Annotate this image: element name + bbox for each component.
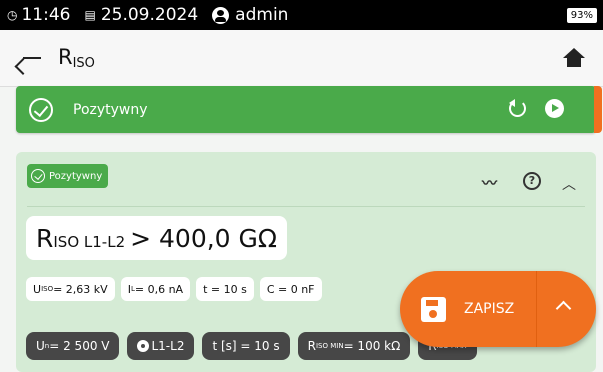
setting-sub: ISO MIN [315, 342, 344, 350]
param-value: C = 0 nF [266, 282, 315, 296]
circuit-icon [137, 340, 150, 352]
result-params: U ISO = 2,63 kV IL = 0,6 nA t = 10 s C = … [26, 277, 322, 301]
fab-divider [536, 271, 537, 347]
param-chip-il: IL = 0,6 nA [120, 277, 191, 301]
setting-symbol: U [36, 339, 45, 353]
param-chip-c: C = 0 nF [259, 277, 322, 301]
status-time: 11:46 [21, 5, 71, 25]
setting-symbol: R [307, 339, 316, 353]
setting-chip-riso-min[interactable]: R ISO MIN = 100 kΩ [297, 332, 411, 360]
main-result-number: > 400,0 GΩ [130, 224, 277, 253]
param-value: = 2,63 kV [53, 282, 108, 296]
param-value: = 0,6 nA [134, 282, 184, 296]
save-button-label: ZAPISZ [464, 301, 515, 317]
save-button[interactable]: ZAPISZ [400, 271, 596, 347]
main-result-sub: ISO L1-L2 [53, 233, 126, 251]
param-symbol: U [33, 282, 42, 296]
page-title: RISO [58, 45, 95, 71]
chevron-up-icon[interactable]: ︿ [562, 174, 582, 194]
chevron-up-icon[interactable] [555, 300, 572, 317]
banner-accent [594, 86, 602, 133]
setting-chip-un[interactable]: Un = 2 500 V [26, 332, 120, 360]
check-circle-icon [31, 169, 45, 183]
back-arrow-icon[interactable] [20, 46, 44, 70]
floppy-icon [421, 296, 446, 322]
result-status-label: Pozytywny [73, 101, 148, 118]
page-title-symbol: R [58, 45, 73, 69]
result-banner: Pozytywny [16, 86, 602, 133]
param-chip-uiso: U ISO = 2,63 kV [26, 277, 115, 301]
clock-icon: ◷ [7, 8, 18, 22]
setting-chip-time[interactable]: t [s] = 10 s [202, 332, 290, 360]
battery-indicator: 93% [566, 8, 597, 23]
calendar-icon: ▤ [84, 8, 96, 22]
param-value: t = 10 s [203, 282, 247, 296]
setting-value: = 2 500 V [49, 339, 110, 353]
card-divider [27, 206, 585, 207]
settings-row: Un = 2 500 V L1-L2 t [s] = 10 s R ISO MIN… [26, 332, 477, 360]
replay-icon[interactable] [509, 99, 526, 117]
play-icon[interactable] [545, 99, 564, 118]
status-badge: Pozytywny [27, 164, 109, 188]
setting-chip-circuit[interactable]: L1-L2 [127, 332, 195, 360]
top-app-bar: RISO [0, 30, 603, 87]
home-icon[interactable] [563, 48, 585, 68]
status-bar: ◷ 11:46 ▤ 25.09.2024 admin 93% [0, 0, 603, 30]
main-result-value: R ISO L1-L2 > 400,0 GΩ [26, 216, 287, 260]
status-user: admin [235, 5, 289, 25]
status-badge-label: Pozytywny [49, 170, 103, 182]
main-result-symbol: R [36, 224, 54, 253]
setting-value: t [s] = 10 s [212, 339, 280, 353]
page-title-sub: ISO [72, 56, 95, 71]
help-icon[interactable]: ? [523, 172, 541, 190]
check-circle-icon [29, 97, 53, 122]
param-sub: ISO [41, 285, 54, 293]
user-icon [212, 6, 230, 24]
trend-icon[interactable]: 〰 [482, 172, 502, 192]
setting-value: = 100 kΩ [343, 339, 401, 353]
setting-value: L1-L2 [151, 339, 185, 353]
param-chip-t: t = 10 s [196, 277, 254, 301]
status-date: 25.09.2024 [100, 5, 199, 25]
